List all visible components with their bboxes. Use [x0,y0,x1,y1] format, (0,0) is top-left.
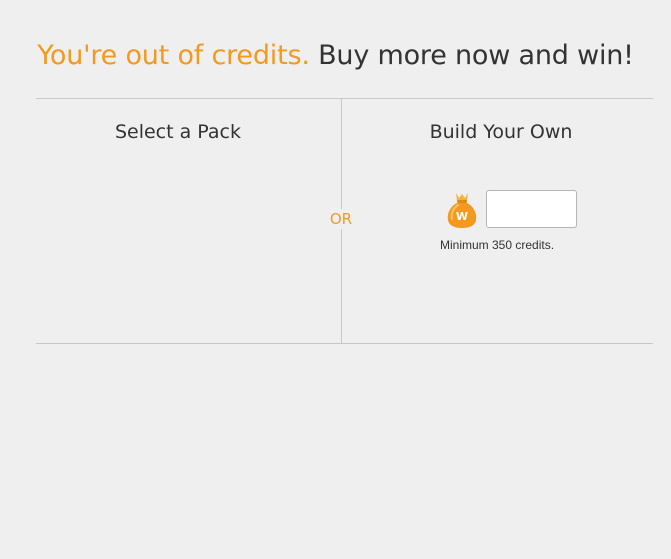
purchase-panel: Select a Pack OR Build Your Own W Minimu… [36,98,653,344]
minimum-credits-note: Minimum 350 credits. [440,238,555,252]
headline-lead: You're out of credits. [37,40,310,71]
select-pack-title: Select a Pack [114,121,242,143]
custom-credits-input[interactable] [486,190,577,228]
headline-tail: Buy more now and win! [318,40,634,71]
or-separator: OR [323,209,359,229]
money-bag-icon: W [447,193,477,228]
build-your-own-title: Build Your Own [429,121,573,143]
coin-letter: W [456,210,468,223]
page-headline: You're out of credits. Buy more now and … [0,38,671,74]
